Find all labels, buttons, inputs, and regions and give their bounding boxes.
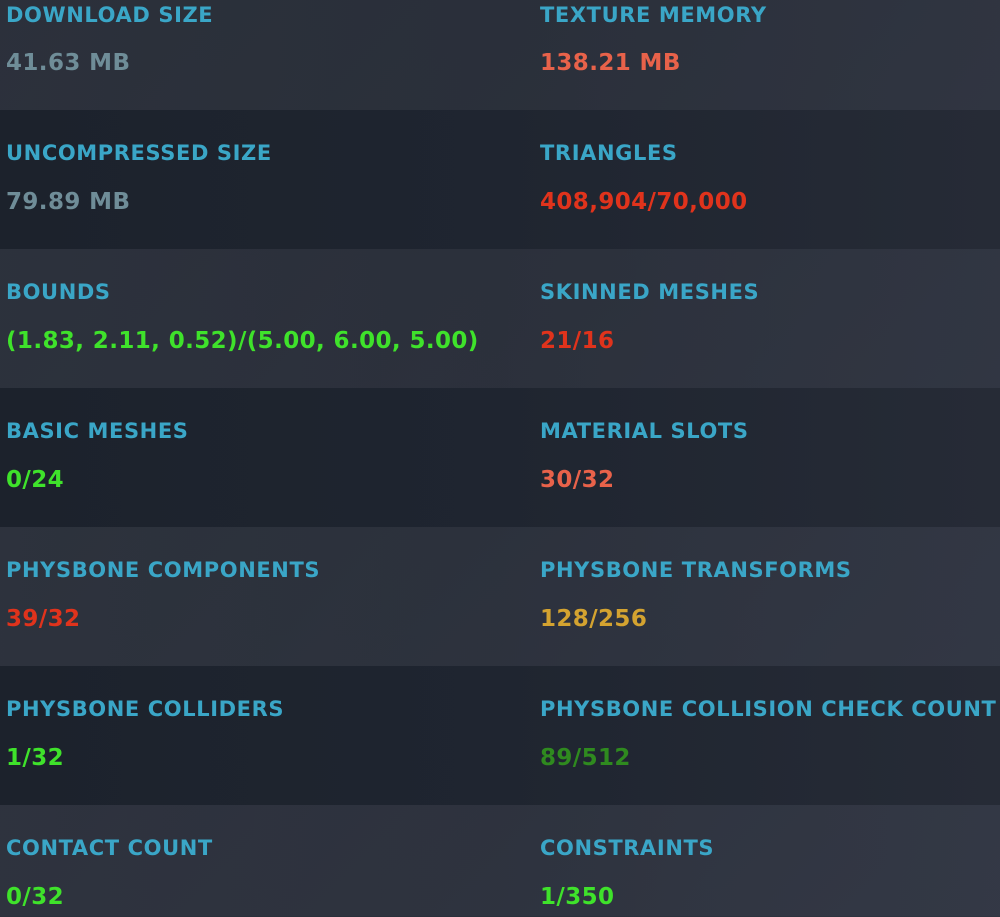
stat-value: (1.83, 2.11, 0.52)/(5.00, 6.00, 5.00) bbox=[6, 328, 479, 354]
stat-label: PHYSBONE COLLISION CHECK COUNT bbox=[540, 697, 997, 721]
stat-material-slots: MATERIAL SLOTS 30/32 bbox=[535, 388, 1000, 527]
stat-label: TEXTURE MEMORY bbox=[540, 3, 767, 27]
stat-value: 30/32 bbox=[540, 467, 615, 493]
stat-basic-meshes: BASIC MESHES 0/24 bbox=[0, 388, 535, 527]
stat-label: MATERIAL SLOTS bbox=[540, 419, 749, 443]
stat-value: 41.63 MB bbox=[6, 50, 131, 76]
stat-triangles: TRIANGLES 408,904/70,000 bbox=[535, 110, 1000, 249]
stat-label: PHYSBONE COLLIDERS bbox=[6, 697, 285, 721]
stat-value: 79.89 MB bbox=[6, 189, 131, 215]
stat-label: CONSTRAINTS bbox=[540, 836, 715, 860]
stats-row-bounds: BOUNDS (1.83, 2.11, 0.52)/(5.00, 6.00, 5… bbox=[0, 249, 1000, 388]
stat-value: 0/24 bbox=[6, 467, 65, 493]
stat-value: 1/32 bbox=[6, 745, 65, 771]
stat-physbone-components: PHYSBONE COMPONENTS 39/32 bbox=[0, 527, 535, 666]
stat-label: CONTACT COUNT bbox=[6, 836, 213, 860]
stats-row-basic-meshes: BASIC MESHES 0/24 MATERIAL SLOTS 30/32 bbox=[0, 388, 1000, 527]
stat-label: BASIC MESHES bbox=[6, 419, 189, 443]
stats-row-physbone-colliders: PHYSBONE COLLIDERS 1/32 PHYSBONE COLLISI… bbox=[0, 666, 1000, 805]
stat-value: 138.21 MB bbox=[540, 50, 681, 76]
stat-physbone-transforms: PHYSBONE TRANSFORMS 128/256 bbox=[535, 527, 1000, 666]
stat-skinned-meshes: SKINNED MESHES 21/16 bbox=[535, 249, 1000, 388]
stat-constraints: CONSTRAINTS 1/350 bbox=[535, 805, 1000, 917]
stat-label: BOUNDS bbox=[6, 280, 111, 304]
stat-bounds: BOUNDS (1.83, 2.11, 0.52)/(5.00, 6.00, 5… bbox=[0, 249, 535, 388]
stat-uncompressed-size: UNCOMPRESSED SIZE 79.89 MB bbox=[0, 110, 535, 249]
stat-label: DOWNLOAD SIZE bbox=[6, 3, 214, 27]
stat-contact-count: CONTACT COUNT 0/32 bbox=[0, 805, 535, 917]
stat-label: SKINNED MESHES bbox=[540, 280, 760, 304]
stat-value: 1/350 bbox=[540, 884, 615, 910]
stats-row-uncompressed: UNCOMPRESSED SIZE 79.89 MB TRIANGLES 408… bbox=[0, 110, 1000, 249]
stat-texture-memory: TEXTURE MEMORY 138.21 MB bbox=[535, 0, 1000, 110]
stat-label: PHYSBONE COMPONENTS bbox=[6, 558, 321, 582]
stat-value: 0/32 bbox=[6, 884, 65, 910]
stat-value: 39/32 bbox=[6, 606, 81, 632]
stat-value: 21/16 bbox=[540, 328, 615, 354]
stat-download-size: DOWNLOAD SIZE 41.63 MB bbox=[0, 0, 535, 110]
stats-row-physbone-components: PHYSBONE COMPONENTS 39/32 PHYSBONE TRANS… bbox=[0, 527, 1000, 666]
stat-label: UNCOMPRESSED SIZE bbox=[6, 141, 272, 165]
stat-value: 408,904/70,000 bbox=[540, 189, 748, 215]
stat-physbone-collision-check-count: PHYSBONE COLLISION CHECK COUNT 89/512 bbox=[535, 666, 1000, 805]
stats-row-download: DOWNLOAD SIZE 41.63 MB TEXTURE MEMORY 13… bbox=[0, 0, 1000, 110]
stat-value: 128/256 bbox=[540, 606, 648, 632]
stat-label: TRIANGLES bbox=[540, 141, 678, 165]
stats-row-contact-count: CONTACT COUNT 0/32 CONSTRAINTS 1/350 bbox=[0, 805, 1000, 917]
stat-physbone-colliders: PHYSBONE COLLIDERS 1/32 bbox=[0, 666, 535, 805]
stat-value: 89/512 bbox=[540, 745, 631, 771]
stat-label: PHYSBONE TRANSFORMS bbox=[540, 558, 852, 582]
performance-stats-panel: DOWNLOAD SIZE 41.63 MB TEXTURE MEMORY 13… bbox=[0, 0, 1000, 917]
